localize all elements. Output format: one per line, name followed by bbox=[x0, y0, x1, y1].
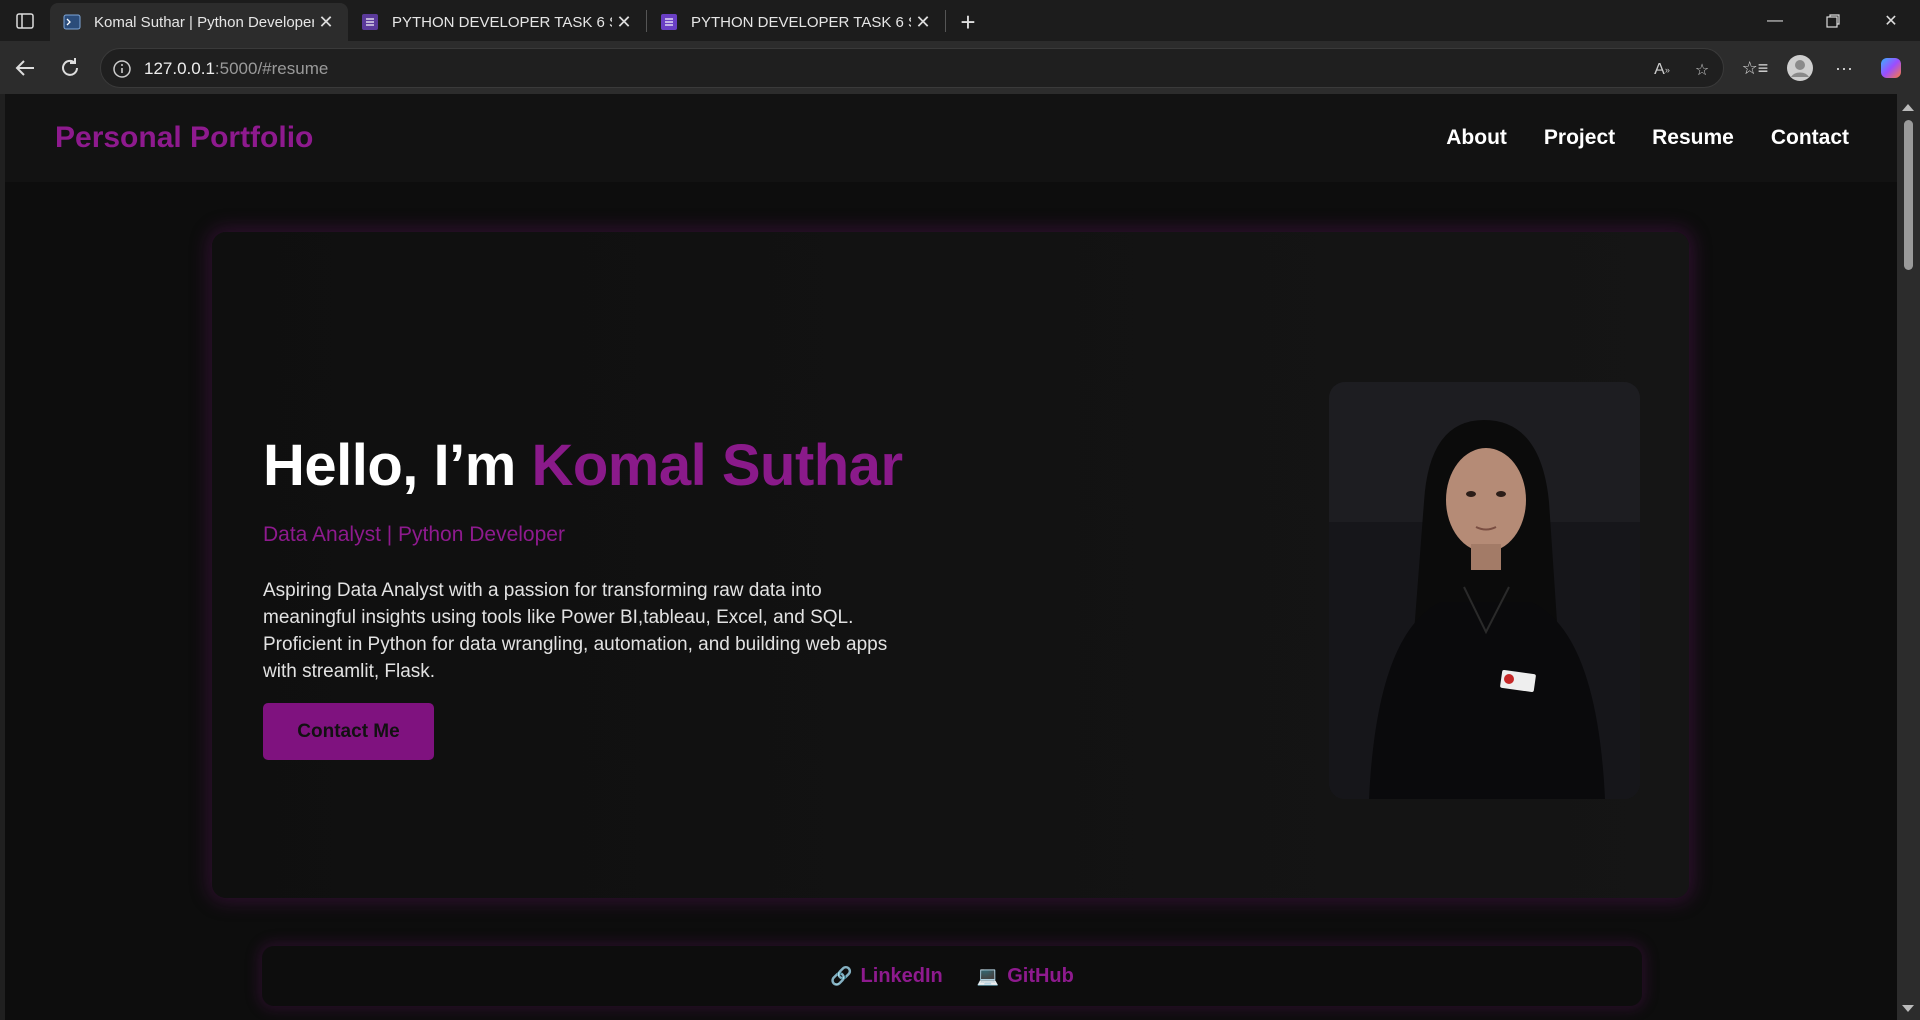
site-info-icon[interactable] bbox=[111, 58, 133, 80]
social-links-bar: 🔗 LinkedIn 💻 GitHub bbox=[262, 946, 1642, 1006]
nav-link-project[interactable]: Project bbox=[1544, 126, 1615, 150]
new-tab-button[interactable]: + bbox=[946, 3, 990, 41]
hero-greeting: Hello, I’m bbox=[263, 433, 532, 498]
copilot-icon bbox=[1881, 58, 1901, 78]
tab-title: PYTHON DEVELOPER TASK 6 SUB bbox=[392, 13, 612, 31]
back-arrow-icon bbox=[15, 60, 34, 76]
plus-icon: + bbox=[960, 6, 976, 37]
ellipsis-icon: ··· bbox=[1835, 57, 1853, 78]
window-controls: — ✕ bbox=[1746, 0, 1920, 41]
avatar-icon bbox=[1787, 55, 1813, 81]
restore-icon bbox=[1826, 13, 1840, 28]
close-tab-icon[interactable]: ✕ bbox=[612, 10, 636, 34]
scroll-up-icon[interactable] bbox=[1902, 104, 1914, 111]
address-bar[interactable]: 127.0.0.1:5000/#resume A» ☆ bbox=[100, 48, 1724, 88]
sidebar-layout-icon bbox=[16, 12, 34, 29]
hero-name: Komal Suthar bbox=[531, 433, 903, 498]
close-window-button[interactable]: ✕ bbox=[1862, 0, 1920, 41]
url-host: 127.0.0.1 bbox=[144, 59, 215, 78]
tab-actions-button[interactable] bbox=[0, 0, 50, 41]
browser-toolbar: 127.0.0.1:5000/#resume A» ☆ ☆≡ ··· bbox=[0, 41, 1920, 94]
refresh-button[interactable] bbox=[53, 51, 87, 85]
github-link[interactable]: 💻 GitHub bbox=[977, 965, 1074, 988]
url-text: 127.0.0.1:5000/#resume bbox=[144, 59, 328, 79]
scrollbar-thumb[interactable] bbox=[1904, 120, 1913, 270]
minimize-icon: — bbox=[1767, 11, 1783, 29]
site-header: Personal Portfolio About Project Resume … bbox=[5, 94, 1897, 182]
page-viewport: Personal Portfolio About Project Resume … bbox=[5, 94, 1897, 1020]
main-nav: About Project Resume Contact bbox=[1446, 126, 1849, 150]
favorites-list-icon: ☆≡ bbox=[1741, 57, 1769, 78]
tab-title: Komal Suthar | Python Developer bbox=[94, 13, 314, 31]
nav-link-resume[interactable]: Resume bbox=[1652, 126, 1734, 150]
refresh-icon bbox=[62, 58, 78, 76]
restore-button[interactable] bbox=[1804, 0, 1862, 41]
link-icon: 🔗 bbox=[830, 965, 853, 986]
url-path: :5000/#resume bbox=[214, 59, 329, 78]
terminal-favicon-icon bbox=[62, 13, 82, 31]
close-tab-icon[interactable]: ✕ bbox=[314, 10, 338, 34]
browser-tab[interactable]: PYTHON DEVELOPER TASK 6 SUB ✕ bbox=[647, 3, 945, 41]
close-tab-icon[interactable]: ✕ bbox=[911, 10, 935, 34]
copilot-button[interactable] bbox=[1874, 51, 1908, 85]
hero-card: Hello, I’m Komal Suthar Data Analyst | P… bbox=[212, 232, 1689, 898]
forms-favicon-icon bbox=[659, 13, 679, 31]
contact-me-button[interactable]: Contact Me bbox=[263, 703, 434, 760]
browser-tab[interactable]: PYTHON DEVELOPER TASK 6 SUB ✕ bbox=[348, 3, 646, 41]
nav-link-contact[interactable]: Contact bbox=[1771, 126, 1849, 150]
close-icon: ✕ bbox=[1884, 12, 1898, 30]
favorite-star-icon[interactable]: ☆ bbox=[1689, 57, 1715, 83]
read-aloud-icon[interactable]: A» bbox=[1649, 57, 1675, 83]
hero-subtitle: Data Analyst | Python Developer bbox=[263, 523, 565, 546]
profile-button[interactable] bbox=[1783, 51, 1817, 85]
page-scrollbar[interactable] bbox=[1897, 94, 1920, 1020]
scroll-down-icon[interactable] bbox=[1902, 1005, 1914, 1012]
profile-photo bbox=[1329, 382, 1640, 799]
nav-link-about[interactable]: About bbox=[1446, 126, 1507, 150]
tab-title: PYTHON DEVELOPER TASK 6 SUB bbox=[691, 13, 911, 31]
favorites-button[interactable]: ☆≡ bbox=[1738, 51, 1772, 85]
browser-tab-strip: Komal Suthar | Python Developer ✕ PYTHON… bbox=[0, 0, 1920, 41]
profile-photo-illustration bbox=[1329, 382, 1640, 799]
linkedin-link[interactable]: 🔗 LinkedIn bbox=[830, 965, 943, 988]
hero-heading: Hello, I’m Komal Suthar bbox=[263, 432, 903, 499]
github-label: GitHub bbox=[1007, 964, 1074, 987]
browser-tab-active[interactable]: Komal Suthar | Python Developer ✕ bbox=[50, 3, 348, 41]
minimize-button[interactable]: — bbox=[1746, 0, 1804, 41]
laptop-icon: 💻 bbox=[976, 965, 1000, 986]
more-options-button[interactable]: ··· bbox=[1827, 51, 1861, 85]
linkedin-label: LinkedIn bbox=[860, 964, 943, 987]
site-logo[interactable]: Personal Portfolio bbox=[55, 121, 313, 155]
hero-description: Aspiring Data Analyst with a passion for… bbox=[263, 580, 888, 682]
back-button[interactable] bbox=[8, 51, 42, 85]
forms-favicon-icon bbox=[360, 13, 380, 31]
